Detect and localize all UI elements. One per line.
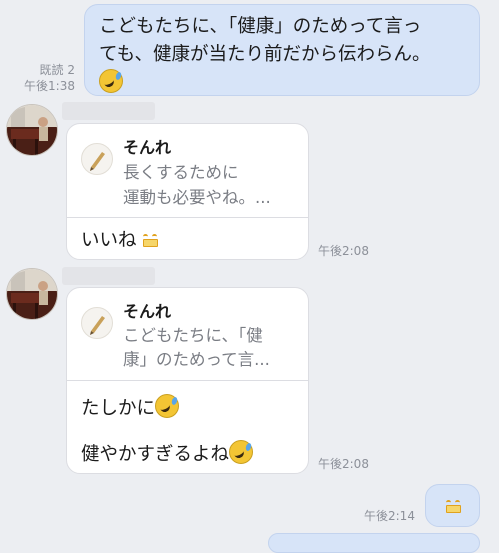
timestamp: 午後1:38 bbox=[24, 79, 75, 93]
message-text-line: ても、健康が当たり前だから伝わらん。 bbox=[99, 44, 431, 65]
outgoing-message-bubble[interactable] bbox=[425, 484, 480, 527]
reply-avatar bbox=[81, 307, 113, 339]
message-text: いいね bbox=[81, 228, 159, 254]
sender-name-placeholder bbox=[62, 267, 155, 285]
message-text-line: たしかに bbox=[81, 394, 180, 422]
reply-preview-line: 康」のためって言... bbox=[123, 350, 270, 369]
reply-preview-line: 長くするために bbox=[123, 163, 239, 182]
message-text-content: 健やかすぎるよね bbox=[81, 444, 230, 465]
divider bbox=[67, 217, 308, 218]
outgoing-message-bubble-partial[interactable] bbox=[268, 533, 480, 553]
reply-sender-name: そんれ bbox=[123, 302, 172, 321]
timestamp: 午後2:08 bbox=[318, 244, 369, 258]
outgoing-message-bubble[interactable]: こどもたちに、「健康」のためって言っ ても、健康が当たり前だから伝わらん。 bbox=[84, 4, 480, 96]
message-text-content: いいね bbox=[81, 230, 137, 251]
avatar[interactable] bbox=[6, 268, 58, 320]
message-text-line: こどもたちに、「健康」のためって言っ bbox=[99, 16, 422, 37]
divider bbox=[67, 380, 308, 381]
laughing-crying-emoji-icon bbox=[155, 394, 180, 418]
read-receipt: 既読 2 bbox=[39, 63, 75, 77]
message-text-line: 健やかすぎるよね bbox=[81, 440, 254, 468]
reply-sender-name: そんれ bbox=[123, 138, 172, 157]
reply-preview-line: こどもたちに、「健 bbox=[123, 326, 263, 345]
sender-name-placeholder bbox=[62, 102, 155, 120]
reply-preview-line: 運動も必要やね。... bbox=[123, 188, 271, 207]
pen-icon bbox=[90, 316, 105, 335]
timestamp: 午後2:08 bbox=[318, 457, 369, 471]
reply-avatar bbox=[81, 143, 113, 175]
laughing-crying-emoji-icon bbox=[99, 69, 123, 93]
grimace-emoji-icon bbox=[142, 232, 159, 248]
avatar-image bbox=[7, 105, 57, 155]
incoming-message-bubble[interactable]: そんれ 長くするために 運動も必要やね。... いいね bbox=[66, 123, 309, 260]
incoming-message-bubble[interactable]: そんれ こどもたちに、「健 康」のためって言... たしかに 健やかすぎるよね bbox=[66, 287, 309, 474]
avatar[interactable] bbox=[6, 104, 58, 156]
pen-icon bbox=[90, 152, 105, 171]
grimace-emoji-icon bbox=[445, 498, 461, 514]
laughing-crying-emoji-icon bbox=[229, 440, 254, 464]
message-text-content: たしかに bbox=[81, 398, 156, 419]
timestamp: 午後2:14 bbox=[364, 509, 415, 523]
avatar-image bbox=[7, 269, 57, 319]
